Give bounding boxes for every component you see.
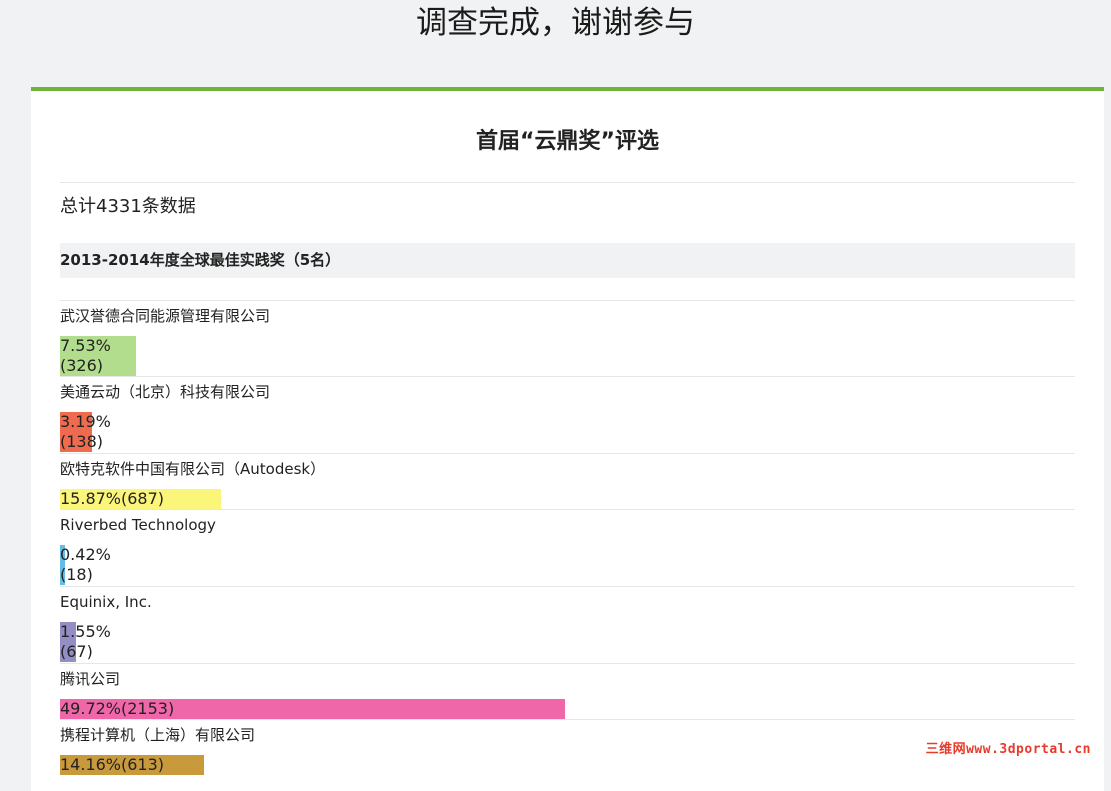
option-label: 美通云动（北京）科技有限公司 bbox=[60, 383, 271, 401]
result-value: 15.87%(687) bbox=[60, 489, 165, 508]
divider bbox=[60, 182, 1075, 183]
result-value: 3.19% (138) bbox=[60, 412, 140, 452]
row-divider bbox=[60, 376, 1075, 377]
option-label: 腾讯公司 bbox=[60, 670, 121, 688]
result-bar: 7.53% (326) bbox=[60, 336, 136, 376]
row-divider bbox=[60, 300, 1075, 301]
row-divider bbox=[60, 509, 1075, 510]
result-value: 7.53% (326) bbox=[60, 336, 140, 376]
result-percent: 7.53% bbox=[60, 336, 111, 355]
result-bar: 49.72%(2153) bbox=[60, 699, 565, 719]
option-label: 欧特克软件中国有限公司（Autodesk） bbox=[60, 460, 326, 478]
result-value: 14.16%(613) bbox=[60, 755, 165, 774]
result-count: (18) bbox=[60, 565, 93, 584]
result-count: (138) bbox=[60, 432, 104, 451]
row-divider bbox=[60, 453, 1075, 454]
result-value: 49.72%(2153) bbox=[60, 699, 175, 718]
total-count: 总计4331条数据 bbox=[60, 196, 196, 217]
question-text: 2013-2014年度全球最佳实践奖（5名） bbox=[60, 251, 341, 269]
result-percent: 3.19% bbox=[60, 412, 111, 431]
question-heading: 2013-2014年度全球最佳实践奖（5名） bbox=[60, 243, 1075, 278]
result-percent: 0.42% bbox=[60, 545, 111, 564]
result-percent: 1.55% bbox=[60, 622, 111, 641]
result-value: 0.42% (18) bbox=[60, 545, 140, 585]
page-title: 调查完成，谢谢参与 bbox=[416, 5, 695, 41]
result-value: 1.55% (67) bbox=[60, 622, 140, 662]
option-label: Riverbed Technology bbox=[60, 516, 216, 534]
result-bar: 15.87%(687) bbox=[60, 489, 221, 509]
result-bar: 3.19% (138) bbox=[60, 412, 111, 452]
option-label: 武汉誉德合同能源管理有限公司 bbox=[60, 307, 271, 325]
row-divider bbox=[60, 663, 1075, 664]
survey-title: 首届“云鼎奖”评选 bbox=[476, 129, 659, 154]
row-divider bbox=[60, 586, 1075, 587]
row-divider bbox=[60, 719, 1075, 720]
option-label: Equinix, Inc. bbox=[60, 593, 152, 611]
result-count: (326) bbox=[60, 356, 104, 375]
result-bar: 0.42% (18) bbox=[60, 545, 111, 585]
option-label: 携程计算机（上海）有限公司 bbox=[60, 726, 256, 744]
result-bar: 1.55% (67) bbox=[60, 622, 111, 662]
watermark: 三维网www.3dportal.cn bbox=[925, 742, 1091, 757]
survey-results-card: 首届“云鼎奖”评选 总计4331条数据 2013-2014年度全球最佳实践奖（5… bbox=[31, 87, 1104, 791]
result-count: (67) bbox=[60, 642, 93, 661]
result-bar: 14.16%(613) bbox=[60, 755, 204, 775]
